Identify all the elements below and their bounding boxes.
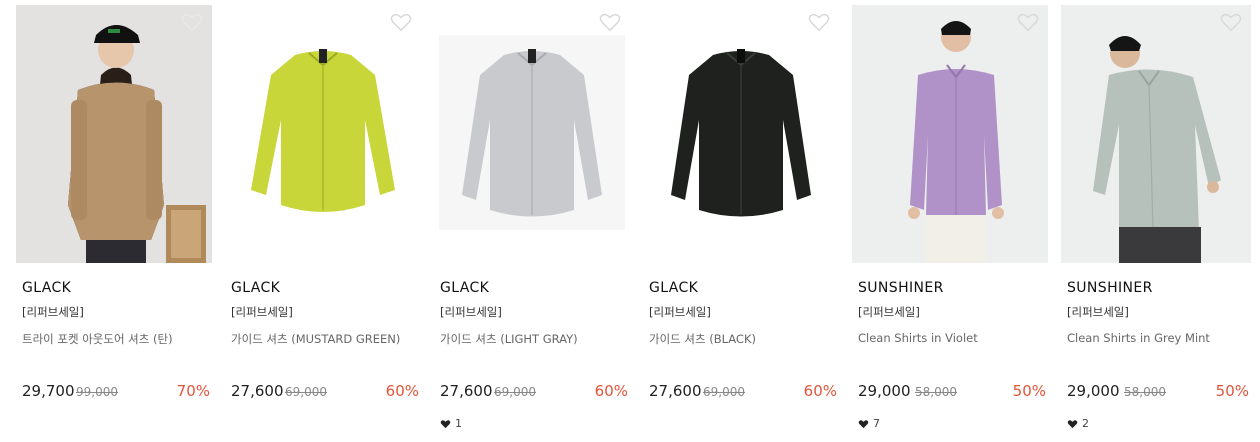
heart-filled-icon bbox=[440, 419, 451, 428]
product-grid: GLACK [리퍼브세일] 트라이 포켓 아웃도어 셔츠 (탄) 29,700 … bbox=[0, 0, 1260, 442]
wishlist-heart-icon[interactable] bbox=[181, 12, 203, 32]
product-name[interactable]: 가이드 셔츠 (BLACK) bbox=[649, 331, 841, 347]
product-name[interactable]: 트라이 포켓 아웃도어 셔츠 (탄) bbox=[22, 331, 214, 347]
brand-name[interactable]: GLACK bbox=[231, 280, 280, 296]
original-price: 69,000 bbox=[703, 385, 745, 399]
sale-badge: [리퍼브세일] bbox=[440, 305, 502, 319]
sale-price: 27,600 bbox=[231, 382, 284, 400]
heart-filled-icon bbox=[1067, 419, 1078, 428]
sale-price: 29,000 bbox=[1067, 382, 1120, 400]
like-count-value: 1 bbox=[455, 417, 462, 430]
original-price: 58,000 bbox=[1124, 385, 1166, 399]
sale-price: 29,700 bbox=[22, 382, 75, 400]
discount-rate: 50% bbox=[1012, 382, 1046, 400]
sale-badge: [리퍼브세일] bbox=[22, 305, 84, 319]
wishlist-heart-icon[interactable] bbox=[390, 12, 412, 32]
discount-rate: 60% bbox=[594, 382, 628, 400]
wishlist-heart-icon[interactable] bbox=[1017, 12, 1039, 32]
heart-filled-icon bbox=[858, 419, 869, 428]
sale-price: 27,600 bbox=[649, 382, 702, 400]
wishlist-heart-icon[interactable] bbox=[599, 12, 621, 32]
discount-rate: 60% bbox=[385, 382, 419, 400]
sale-badge: [리퍼브세일] bbox=[1067, 305, 1129, 319]
sale-price: 29,000 bbox=[858, 382, 911, 400]
product-name[interactable]: 가이드 셔츠 (MUSTARD GREEN) bbox=[231, 331, 423, 347]
product-name[interactable]: Clean Shirts in Violet bbox=[858, 331, 1050, 345]
discount-rate: 50% bbox=[1215, 382, 1249, 400]
product-image[interactable] bbox=[852, 5, 1048, 263]
product-image[interactable] bbox=[1061, 5, 1251, 263]
product-name[interactable]: 가이드 셔츠 (LIGHT GRAY) bbox=[440, 331, 632, 347]
like-count: 1 bbox=[440, 417, 462, 430]
brand-name[interactable]: GLACK bbox=[22, 280, 71, 296]
discount-rate: 60% bbox=[803, 382, 837, 400]
original-price: 58,000 bbox=[915, 385, 957, 399]
wishlist-heart-icon[interactable] bbox=[808, 12, 830, 32]
sale-badge: [리퍼브세일] bbox=[231, 305, 293, 319]
product-card[interactable]: GLACK [리퍼브세일] 가이드 셔츠 (LIGHT GRAY) 27,600… bbox=[434, 5, 630, 437]
product-card[interactable]: SUNSHINER [리퍼브세일] Clean Shirts in Grey M… bbox=[1061, 5, 1251, 437]
product-name[interactable]: Clean Shirts in Grey Mint bbox=[1067, 331, 1259, 345]
product-card[interactable]: GLACK [리퍼브세일] 가이드 셔츠 (BLACK) 27,600 69,0… bbox=[643, 5, 839, 437]
product-image[interactable] bbox=[434, 5, 630, 263]
product-card[interactable]: SUNSHINER [리퍼브세일] Clean Shirts in Violet… bbox=[852, 5, 1048, 437]
sale-badge: [리퍼브세일] bbox=[858, 305, 920, 319]
product-card[interactable]: GLACK [리퍼브세일] 가이드 셔츠 (MUSTARD GREEN) 27,… bbox=[225, 5, 421, 437]
like-count-value: 7 bbox=[873, 417, 880, 430]
original-price: 69,000 bbox=[494, 385, 536, 399]
original-price: 99,000 bbox=[76, 385, 118, 399]
sale-price: 27,600 bbox=[440, 382, 493, 400]
brand-name[interactable]: SUNSHINER bbox=[858, 280, 944, 296]
brand-name[interactable]: GLACK bbox=[649, 280, 698, 296]
like-count: 2 bbox=[1067, 417, 1089, 430]
product-card[interactable]: GLACK [리퍼브세일] 트라이 포켓 아웃도어 셔츠 (탄) 29,700 … bbox=[16, 5, 212, 437]
brand-name[interactable]: SUNSHINER bbox=[1067, 280, 1153, 296]
original-price: 69,000 bbox=[285, 385, 327, 399]
discount-rate: 70% bbox=[176, 382, 210, 400]
product-image[interactable] bbox=[643, 5, 839, 263]
wishlist-heart-icon[interactable] bbox=[1220, 12, 1242, 32]
product-image[interactable] bbox=[225, 5, 421, 263]
sale-badge: [리퍼브세일] bbox=[649, 305, 711, 319]
brand-name[interactable]: GLACK bbox=[440, 280, 489, 296]
product-image[interactable] bbox=[16, 5, 212, 263]
like-count-value: 2 bbox=[1082, 417, 1089, 430]
like-count: 7 bbox=[858, 417, 880, 430]
